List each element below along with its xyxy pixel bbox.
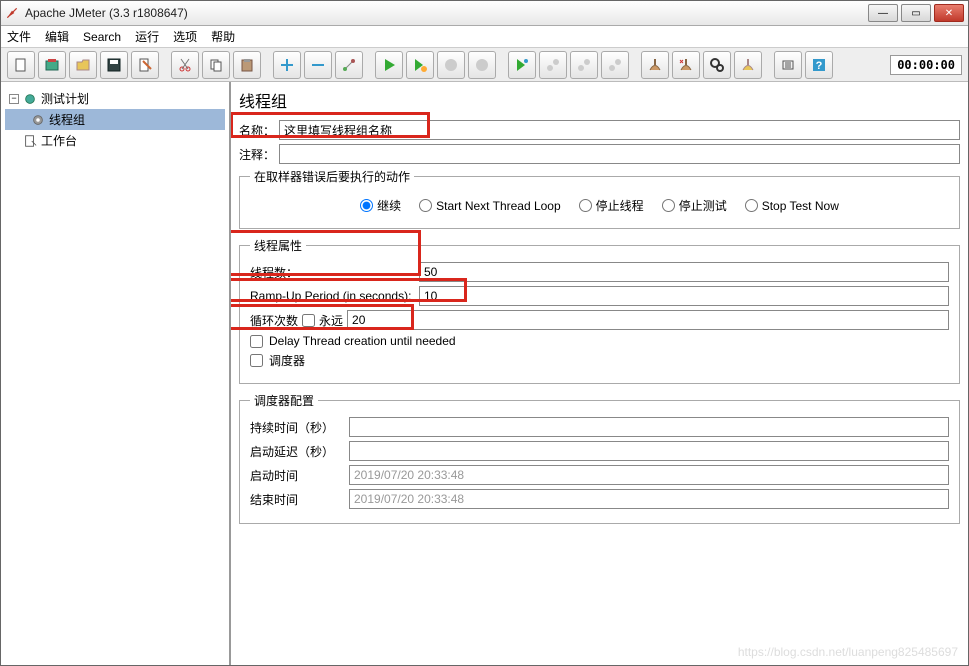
panel-title: 线程组 [239,88,960,112]
threads-label: 线程数： [250,264,415,281]
comment-input[interactable] [279,144,960,164]
tree-root-label: 测试计划 [41,90,89,107]
radio-stop-thread[interactable]: 停止线程 [579,197,644,214]
maximize-button[interactable]: ▭ [901,4,931,22]
rampup-input[interactable] [419,286,949,306]
search-icon[interactable] [703,51,731,79]
app-icon [5,6,19,20]
copy-icon[interactable] [202,51,230,79]
tree-panel: − 测试计划 线程组 工作台 [1,82,231,665]
save-icon[interactable] [100,51,128,79]
tree-thread-group-label: 线程组 [49,111,85,128]
collapse-toggle-icon[interactable]: − [9,94,19,104]
end-label: 结束时间 [250,491,345,508]
open-icon[interactable] [69,51,97,79]
thread-props-legend: 线程属性 [250,237,306,254]
menu-search[interactable]: Search [83,30,121,44]
paste-icon[interactable] [233,51,261,79]
reset-search-icon[interactable] [734,51,762,79]
titlebar: Apache JMeter (3.3 r1808647) — ▭ ✕ [1,1,968,26]
scheduler-legend: 调度器配置 [250,392,318,409]
name-label: 名称： [239,122,275,139]
templates-icon[interactable] [38,51,66,79]
tree-workbench[interactable]: 工作台 [5,130,225,151]
error-action-legend: 在取样器错误后要执行的动作 [250,168,414,185]
radio-stop-test[interactable]: 停止测试 [662,197,727,214]
loop-input[interactable] [347,310,949,330]
scheduler-label: 调度器 [269,352,305,369]
shutdown-icon[interactable] [468,51,496,79]
workbench-icon [23,134,37,148]
watermark: https://blog.csdn.net/luanpeng825485697 [738,645,958,659]
delay-input[interactable] [349,441,949,461]
window-title: Apache JMeter (3.3 r1808647) [25,6,868,20]
remote-shutdown-icon[interactable] [601,51,629,79]
forever-checkbox[interactable] [302,314,315,327]
toolbar: ? 00:00:00 [1,48,968,82]
remote-start-icon[interactable] [508,51,536,79]
new-icon[interactable] [7,51,35,79]
loop-label: 循环次数 [250,312,298,329]
tree-root[interactable]: − 测试计划 [5,88,225,109]
clear-icon[interactable] [641,51,669,79]
run-noTimers-icon[interactable] [406,51,434,79]
start-input[interactable] [349,465,949,485]
tree-thread-group[interactable]: 线程组 [5,109,225,130]
forever-label: 永远 [319,312,343,329]
toggle-icon[interactable] [335,51,363,79]
tree-workbench-label: 工作台 [41,132,77,149]
run-icon[interactable] [375,51,403,79]
minimize-button[interactable]: — [868,4,898,22]
close-button[interactable]: ✕ [934,4,964,22]
menubar: 文件 编辑 Search 运行 选项 帮助 [1,26,968,48]
name-input[interactable] [279,120,960,140]
error-action-group: 在取样器错误后要执行的动作 继续 Start Next Thread Loop … [239,168,960,229]
clear-all-icon[interactable] [672,51,700,79]
delay-creation-label: Delay Thread creation until needed [269,334,456,348]
menu-edit[interactable]: 编辑 [45,28,69,45]
menu-file[interactable]: 文件 [7,28,31,45]
function-helper-icon[interactable] [774,51,802,79]
radio-stop-now[interactable]: Stop Test Now [745,199,839,213]
threads-input[interactable] [419,262,949,282]
expand-icon[interactable] [273,51,301,79]
menu-help[interactable]: 帮助 [211,28,235,45]
start-label: 启动时间 [250,467,345,484]
stop-icon[interactable] [437,51,465,79]
rampup-label: Ramp-Up Period (in seconds): [250,289,415,303]
help-icon[interactable]: ? [805,51,833,79]
gear-icon [31,113,45,127]
content-panel: 线程组 名称： 注释： 在取样器错误后要执行的动作 继续 Start Next … [231,82,968,665]
remote-stop-icon[interactable] [570,51,598,79]
radio-start-next[interactable]: Start Next Thread Loop [419,199,561,213]
testplan-icon [23,92,37,106]
edit-icon[interactable] [131,51,159,79]
svg-text:?: ? [816,60,823,72]
comment-label: 注释： [239,146,275,163]
thread-props-group: 线程属性 线程数： Ramp-Up Period (in seconds): 循… [239,237,960,384]
duration-input[interactable] [349,417,949,437]
cut-icon[interactable] [171,51,199,79]
menu-run[interactable]: 运行 [135,28,159,45]
delay-label: 启动延迟（秒） [250,443,345,460]
scheduler-group: 调度器配置 持续时间（秒） 启动延迟（秒） 启动时间 结束时间 [239,392,960,524]
delay-creation-checkbox[interactable] [250,335,263,348]
timer-display: 00:00:00 [890,55,962,75]
end-input[interactable] [349,489,949,509]
remote-start2-icon[interactable] [539,51,567,79]
scheduler-checkbox[interactable] [250,354,263,367]
menu-options[interactable]: 选项 [173,28,197,45]
radio-continue[interactable]: 继续 [360,197,401,214]
duration-label: 持续时间（秒） [250,419,345,436]
collapse-icon[interactable] [304,51,332,79]
